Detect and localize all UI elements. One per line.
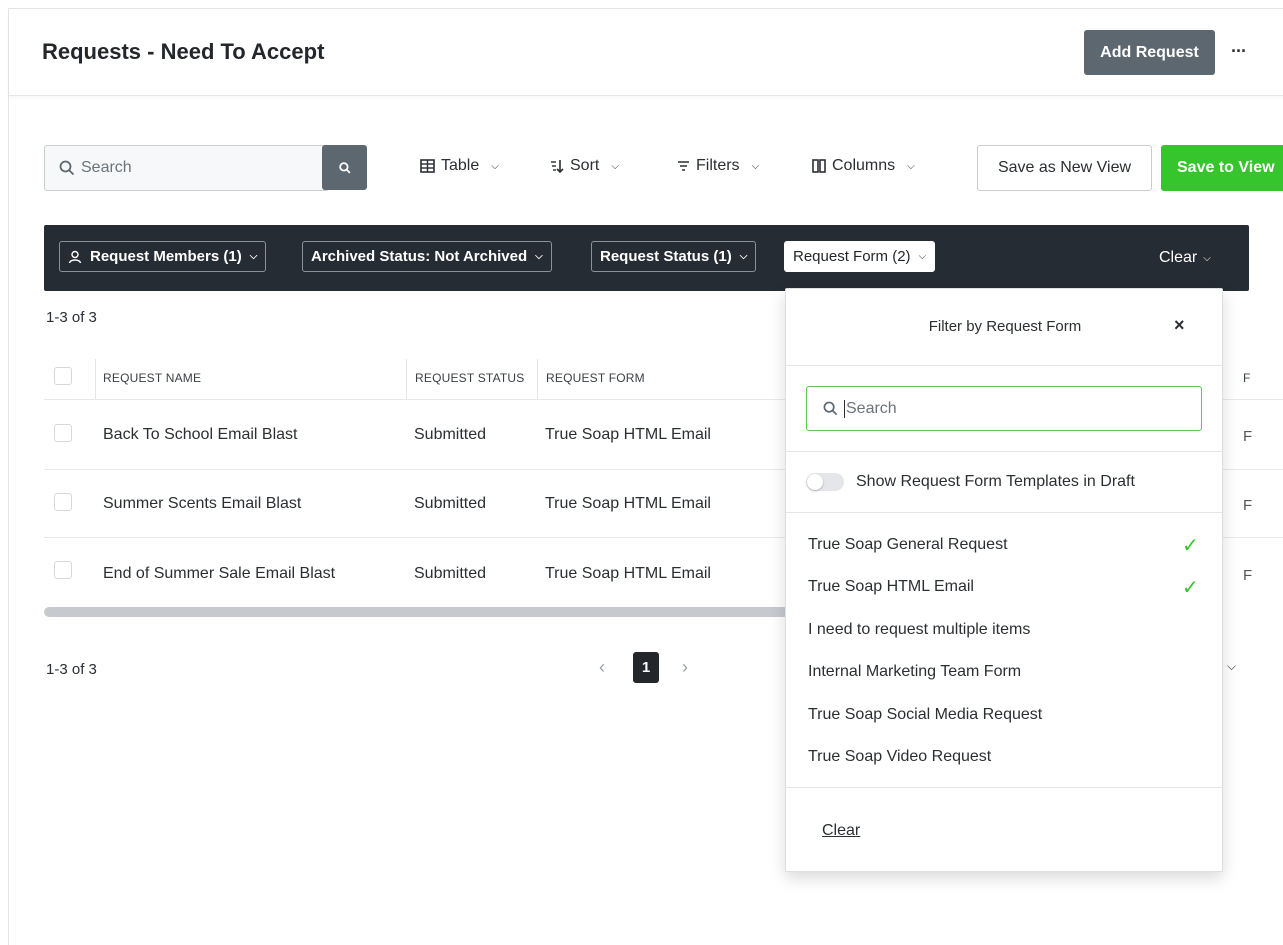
request-form-cell: True Soap HTML Email (545, 495, 711, 512)
filter-chip-label: Request Status (1) (600, 248, 732, 265)
chevron-down-icon: ⌵ (907, 160, 915, 172)
chevron-down-icon: ⌵ (249, 251, 258, 262)
select-all-checkbox[interactable] (54, 367, 72, 385)
request-status-cell: Submitted (414, 495, 487, 512)
check-icon: ✓ (1182, 535, 1199, 557)
form-option-social-media[interactable]: True Soap Social Media Request (808, 706, 1042, 724)
row-checkbox[interactable] (54, 493, 72, 511)
request-form-cell: True Soap HTML Email (545, 426, 711, 443)
chevron-down-icon: ⌵ (739, 251, 748, 262)
chevron-down-icon[interactable]: ⌵ (1227, 659, 1236, 674)
filter-icon (678, 161, 689, 171)
columns-label: Columns (832, 157, 896, 174)
form-option-video-request[interactable]: True Soap Video Request (808, 748, 991, 766)
user-icon (68, 250, 82, 263)
filter-chip-request-members[interactable]: Request Members (1) ⌵ (59, 241, 267, 272)
search-button[interactable] (322, 145, 367, 190)
truncated-cell: F (1243, 567, 1253, 584)
row-checkbox[interactable] (54, 424, 72, 442)
request-name-cell[interactable]: Summer Scents Email Blast (103, 495, 301, 513)
clear-filters-menu[interactable]: Clear ⌵ (1159, 249, 1211, 267)
form-option-html-email[interactable]: True Soap HTML Email (808, 578, 974, 596)
dropdown-search-input[interactable]: Search (806, 386, 1202, 431)
filters-label: Filters (696, 157, 740, 174)
result-count-bottom: 1-3 of 3 (46, 661, 97, 678)
check-icon: ✓ (1182, 577, 1199, 599)
search-icon (823, 401, 838, 416)
next-page-icon[interactable]: › (682, 657, 688, 678)
sort-icon (551, 160, 564, 173)
filter-chip-label: Request Form (2) (793, 248, 911, 265)
close-icon[interactable]: × (1174, 315, 1185, 336)
chevron-down-icon: ⌵ (1203, 252, 1211, 264)
request-form-cell: True Soap HTML Email (545, 565, 711, 582)
divider (786, 365, 1222, 366)
table-label: Table (441, 157, 480, 174)
form-option-internal-marketing[interactable]: Internal Marketing Team Form (808, 663, 1021, 681)
column-divider (406, 359, 407, 399)
horizontal-scrollbar[interactable] (44, 607, 789, 617)
truncated-cell: F (1243, 428, 1253, 445)
previous-page-icon[interactable]: ‹ (599, 657, 605, 678)
active-filters-bar: Request Members (1) ⌵ Archived Status: N… (44, 225, 1249, 291)
column-header-request-status[interactable]: REQUEST STATUS (415, 371, 524, 385)
columns-menu[interactable]: Columns ⌵ (812, 157, 915, 175)
request-form-filter-dropdown: Filter by Request Form × Search Show Req… (785, 288, 1223, 872)
request-name-cell[interactable]: End of Summer Sale Email Blast (103, 565, 335, 583)
dropdown-title: Filter by Request Form (928, 318, 1082, 335)
clear-filters-label: Clear (1159, 249, 1198, 266)
sort-menu[interactable]: Sort ⌵ (550, 157, 619, 175)
chevron-down-icon: ⌵ (535, 251, 543, 262)
search-icon (338, 161, 351, 174)
row-checkbox[interactable] (54, 561, 72, 579)
add-request-button[interactable]: Add Request (1084, 30, 1215, 75)
dropdown-search-placeholder: Search (846, 399, 897, 417)
page-header: Requests - Need To Accept Add Request ··… (9, 9, 1283, 96)
column-divider (95, 359, 96, 399)
draft-templates-toggle[interactable] (806, 473, 844, 491)
save-as-new-view-button[interactable]: Save as New View (977, 145, 1152, 191)
column-header-truncated[interactable]: F (1243, 371, 1251, 385)
result-count: 1-3 of 3 (46, 309, 97, 326)
sort-label: Sort (570, 157, 600, 174)
save-to-view-button[interactable]: Save to View (1161, 145, 1283, 191)
filter-chip-label: Request Members (1) (90, 248, 242, 265)
column-header-request-name[interactable]: REQUEST NAME (103, 371, 201, 385)
form-option-multiple-items[interactable]: I need to request multiple items (808, 621, 1030, 639)
truncated-cell: F (1243, 497, 1253, 514)
filters-menu[interactable]: Filters ⌵ (677, 157, 759, 175)
divider (786, 787, 1222, 788)
columns-icon (812, 159, 826, 173)
more-options-icon[interactable]: ··· (1231, 41, 1247, 62)
toggle-label: Show Request Form Templates in Draft (856, 473, 1135, 490)
table-icon (420, 159, 435, 173)
column-divider (537, 359, 538, 399)
request-status-cell: Submitted (414, 426, 487, 443)
request-name-cell[interactable]: Back To School Email Blast (103, 426, 297, 444)
divider (786, 512, 1222, 513)
text-cursor (844, 399, 845, 418)
filter-chip-request-form[interactable]: Request Form (2) ⌵ (784, 241, 936, 272)
page-title: Requests - Need To Accept (42, 39, 325, 64)
current-page-button[interactable]: 1 (633, 652, 659, 683)
request-status-cell: Submitted (414, 565, 487, 582)
chevron-down-icon: ⌵ (491, 160, 499, 172)
filter-chip-request-status[interactable]: Request Status (1) ⌵ (591, 241, 757, 272)
filter-chip-archived-status[interactable]: Archived Status: Not Archived ⌵ (302, 241, 552, 272)
dropdown-clear-link[interactable]: Clear (822, 822, 860, 840)
search-placeholder: Search (81, 159, 132, 176)
search-input[interactable]: Search (44, 145, 329, 191)
chevron-down-icon: ⌵ (918, 251, 927, 262)
filter-chip-label: Archived Status: Not Archived (311, 248, 528, 265)
form-option-general-request[interactable]: True Soap General Request (808, 536, 1008, 554)
chevron-down-icon: ⌵ (751, 160, 760, 172)
divider (786, 451, 1222, 452)
table-view-menu[interactable]: Table ⌵ (420, 157, 499, 175)
search-icon (59, 160, 75, 176)
chevron-down-icon: ⌵ (611, 160, 619, 172)
column-header-request-form[interactable]: REQUEST FORM (546, 371, 645, 385)
app-frame: Requests - Need To Accept Add Request ··… (8, 8, 1283, 945)
